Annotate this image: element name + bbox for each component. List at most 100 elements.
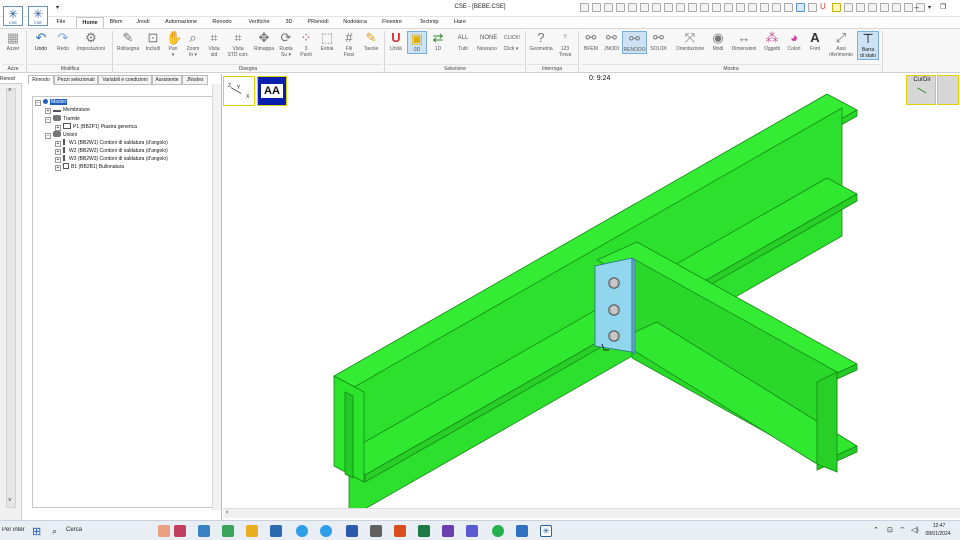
restore-icon[interactable]: ❐ [940, 3, 946, 11]
pencil-small-icon[interactable] [628, 3, 637, 12]
zero-d-button[interactable]: ▣ 0D [407, 31, 427, 54]
geometry-small-icon[interactable] [892, 3, 901, 12]
qat-more-icon[interactable]: ▾ [928, 4, 934, 13]
file-explorer-icon[interactable] [246, 525, 258, 537]
tab-home[interactable]: Home [76, 17, 104, 28]
jnodi-button[interactable]: ⚯ JNODI [601, 31, 622, 53]
tab-3d[interactable]: 3D [278, 17, 300, 28]
save-icon[interactable] [580, 3, 589, 12]
bfem-button[interactable]: ⚯ BFEM [581, 31, 601, 53]
taskbar-search[interactable]: Cerca [66, 527, 82, 533]
tab-finestre[interactable]: Finestre [374, 17, 410, 28]
tab-bfem[interactable]: Bfem [104, 17, 128, 28]
left-dock-down-icon[interactable]: ˅ [8, 498, 12, 504]
zero-d-small-icon[interactable] [832, 3, 841, 12]
frame-small-icon[interactable] [760, 3, 769, 12]
tree-node-weld-3[interactable]: + W3 (BB2W3) Cordoni di saldatura (d'ango… [55, 155, 168, 163]
tab-jnodi[interactable]: Jnodi [128, 17, 158, 28]
browser-icon[interactable] [320, 525, 332, 537]
expand-icon[interactable]: + [45, 108, 51, 114]
left-dock-up-icon[interactable]: ˄ [8, 88, 12, 94]
tab-verifiche[interactable]: Verifiche [240, 17, 278, 28]
qat-dropdown-icon[interactable]: ▾ [56, 4, 62, 13]
one-d-button[interactable]: ⇄ 1D [428, 31, 448, 53]
tab-automazione[interactable]: Automazione [158, 17, 204, 28]
teams-icon[interactable] [466, 525, 478, 537]
all-button[interactable]: ALL Tutti [452, 31, 474, 52]
visual-studio-icon[interactable] [442, 525, 454, 537]
undo-button[interactable]: ↶ Undo [30, 31, 52, 53]
tree-node-master[interactable]: − Master [35, 99, 68, 106]
tree-node-weld-1[interactable]: + W1 (BB2W1) Cordoni di saldatura (d'ango… [55, 139, 168, 147]
app-icon-red[interactable] [174, 525, 186, 537]
oggetti-button[interactable]: ⁂ Oggetti [760, 31, 784, 53]
tab-variabili-condizioni[interactable]: Variabili e condizioni [98, 75, 152, 85]
tab-nodoteca[interactable]: Nodoteca [336, 17, 374, 28]
font-button[interactable]: A Font [804, 31, 826, 53]
app-menu-logo-icon[interactable]: ✳ CSE [28, 6, 48, 26]
undo-small-icon[interactable] [604, 3, 613, 12]
none-button[interactable]: NONE Nessuno [474, 31, 500, 52]
rotate-small-icon[interactable] [724, 3, 733, 12]
tray-volume-icon[interactable]: ◁) [911, 526, 919, 534]
select-small-icon[interactable] [796, 3, 805, 12]
save-as-icon[interactable] [592, 3, 601, 12]
tray-network-icon[interactable]: ⊡ [887, 526, 893, 534]
click-button[interactable]: CLICK! Click ▾ [500, 31, 522, 52]
expand-icon[interactable]: + [55, 165, 61, 171]
cse-taskbar-icon[interactable]: ✳ [540, 525, 552, 537]
whatsapp-icon[interactable] [492, 525, 504, 537]
axis-small-icon[interactable] [700, 3, 709, 12]
tray-wifi-icon[interactable]: ⌔ [899, 526, 906, 535]
edge-icon[interactable] [296, 525, 308, 537]
grid-small-icon[interactable] [772, 3, 781, 12]
zoom-small-icon[interactable] [736, 3, 745, 12]
tree-node-membrature[interactable]: + Membrature [45, 107, 90, 114]
tre-punti-button[interactable]: ⁘ 3 Punti [296, 31, 316, 59]
tab-renodo-panel[interactable]: Renodo [28, 75, 54, 85]
tree-node-tramite[interactable]: − Tramite [45, 115, 80, 123]
assi-riferimento-button[interactable]: ⤢ Assi riferimento [826, 31, 856, 59]
people-icon[interactable] [158, 525, 170, 537]
left-dock-tab[interactable]: Renod [0, 74, 22, 84]
zoom-button[interactable]: ⌕ Zoom In ▾ [182, 31, 204, 59]
tray-chevron-icon[interactable]: ⌃ [873, 526, 879, 534]
modi-button[interactable]: ◉ Modi [708, 31, 728, 53]
pan-button[interactable]: ✋ Pan ▾ [164, 31, 182, 59]
tab-assistente[interactable]: Assistente [152, 75, 182, 85]
tab-jnodes[interactable]: JNodes [182, 75, 208, 85]
click-small-icon[interactable] [880, 3, 889, 12]
u-small-icon[interactable]: U [820, 2, 829, 11]
dimensioni-button[interactable]: ↔ Dimensioni [728, 31, 760, 53]
ridisegna-button[interactable]: ✎ Ridisegna [114, 31, 142, 53]
none-small-icon[interactable] [868, 3, 877, 12]
app-icon-blue-2[interactable] [516, 525, 528, 537]
copy-small-icon[interactable] [712, 3, 721, 12]
wire-small-icon[interactable] [664, 3, 673, 12]
app-logo-icon[interactable]: ✳ CSE [3, 6, 23, 26]
fili-fissi-button[interactable]: # Fili Fissi [338, 31, 360, 59]
windows-start-icon[interactable]: ⊞ [32, 525, 41, 538]
check-small-icon[interactable] [808, 3, 817, 12]
tree-node-unioni[interactable]: − Unioni [45, 131, 77, 139]
tab-prenodi[interactable]: PRenodi [300, 17, 336, 28]
all-small-icon[interactable] [856, 3, 865, 12]
barra-di-stato-button[interactable]: ⊤ Barra di stato [857, 31, 879, 60]
viewport-hscrollbar[interactable]: ‹ [223, 508, 960, 518]
tree-node-plate[interactable]: + P1 (BB2P1) Piastra generica [55, 123, 137, 131]
renodo-button[interactable]: ⚯ RENODO [622, 31, 647, 54]
collapse-icon[interactable]: − [45, 117, 51, 123]
clock-time[interactable]: 12:47 [926, 523, 952, 529]
taskbar-left-label[interactable]: Per inter [2, 527, 28, 533]
vista-std-corr-button[interactable]: ⌗ Vista STD corr. [224, 31, 252, 59]
excel-icon[interactable] [418, 525, 430, 537]
tab-pezzi-selezionati[interactable]: Pezzi selezionati [54, 75, 98, 85]
redo-small-icon[interactable] [616, 3, 625, 12]
tavole-button[interactable]: ✎ Tavole [360, 31, 382, 53]
tree-node-weld-2[interactable]: + W2 (BB2W2) Cordoni di saldatura (d'ango… [55, 147, 168, 155]
vista-std-button[interactable]: ⌗ Vista std [204, 31, 224, 59]
ruota-button[interactable]: ⟳ Ruota Su ▾ [276, 31, 296, 59]
app-icon-navy[interactable] [270, 525, 282, 537]
app-icon-green[interactable] [222, 525, 234, 537]
node-small-icon[interactable] [676, 3, 685, 12]
